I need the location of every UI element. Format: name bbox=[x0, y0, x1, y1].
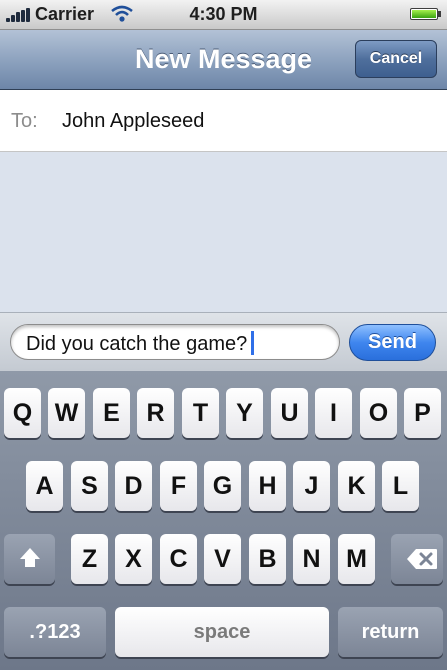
key-j[interactable]: J bbox=[293, 461, 330, 511]
key-u[interactable]: U bbox=[271, 388, 308, 438]
message-input[interactable]: Did you catch the game? bbox=[10, 324, 340, 360]
key-o[interactable]: O bbox=[360, 388, 397, 438]
battery-nub bbox=[438, 11, 441, 17]
delete-icon bbox=[407, 549, 437, 569]
text-cursor bbox=[251, 331, 255, 355]
key-y[interactable]: Y bbox=[226, 388, 263, 438]
numbers-key[interactable]: .?123 bbox=[4, 607, 106, 657]
key-c[interactable]: C bbox=[160, 534, 197, 584]
key-v[interactable]: V bbox=[204, 534, 241, 584]
send-button[interactable]: Send bbox=[349, 324, 436, 361]
battery-icon bbox=[410, 8, 438, 20]
shift-key[interactable] bbox=[4, 534, 55, 584]
key-w[interactable]: W bbox=[48, 388, 85, 438]
key-m[interactable]: M bbox=[338, 534, 375, 584]
key-p[interactable]: P bbox=[404, 388, 441, 438]
message-text: Did you catch the game? bbox=[26, 333, 248, 355]
key-t[interactable]: T bbox=[182, 388, 219, 438]
to-field[interactable]: To: John Appleseed bbox=[0, 90, 447, 152]
key-r[interactable]: R bbox=[137, 388, 174, 438]
key-l[interactable]: L bbox=[382, 461, 419, 511]
conversation-area bbox=[0, 152, 447, 312]
clock: 4:30 PM bbox=[189, 4, 258, 24]
key-g[interactable]: G bbox=[204, 461, 241, 511]
key-f[interactable]: F bbox=[160, 461, 197, 511]
compose-bar: Did you catch the game? Send bbox=[0, 312, 447, 371]
status-bar: Carrier 4:30 PM bbox=[0, 0, 447, 30]
keyboard: Q W E R T Y U I O P A S D F G H J K L Z … bbox=[0, 371, 447, 670]
key-a[interactable]: A bbox=[26, 461, 63, 511]
recipient-name[interactable]: John Appleseed bbox=[62, 110, 204, 133]
nav-bar: New Message Cancel bbox=[0, 30, 447, 90]
return-key[interactable]: return bbox=[338, 607, 443, 657]
key-h[interactable]: H bbox=[249, 461, 286, 511]
key-q[interactable]: Q bbox=[4, 388, 41, 438]
key-z[interactable]: Z bbox=[71, 534, 108, 584]
to-label: To: bbox=[11, 110, 38, 132]
key-e[interactable]: E bbox=[93, 388, 130, 438]
key-s[interactable]: S bbox=[71, 461, 108, 511]
key-d[interactable]: D bbox=[115, 461, 152, 511]
key-b[interactable]: B bbox=[249, 534, 286, 584]
key-x[interactable]: X bbox=[115, 534, 152, 584]
key-n[interactable]: N bbox=[293, 534, 330, 584]
key-i[interactable]: I bbox=[315, 388, 352, 438]
key-k[interactable]: K bbox=[338, 461, 375, 511]
delete-key[interactable] bbox=[391, 534, 443, 584]
shift-icon bbox=[4, 548, 55, 567]
space-key[interactable]: space bbox=[115, 607, 329, 657]
cancel-button[interactable]: Cancel bbox=[355, 40, 437, 78]
